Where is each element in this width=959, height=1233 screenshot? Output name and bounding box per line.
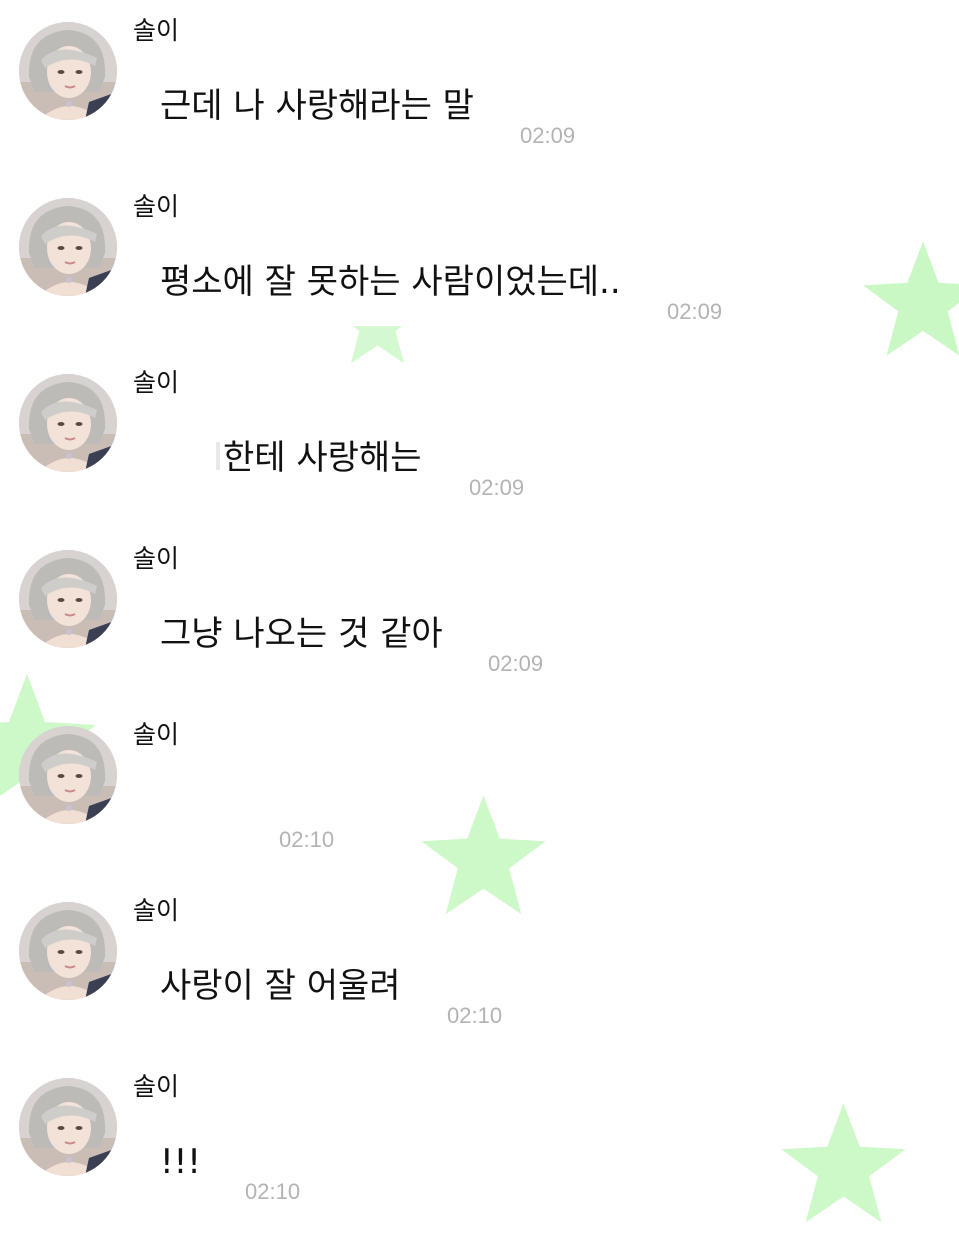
- profile-photo-icon: [19, 22, 117, 120]
- profile-photo-icon: [19, 902, 117, 1000]
- avatar[interactable]: [19, 1078, 117, 1176]
- message-text: 사랑이 잘 어울려: [160, 966, 401, 1006]
- profile-photo-icon: [19, 198, 117, 296]
- message-item: 솔이 그냥 나오는 것 같아 02:09: [0, 528, 959, 704]
- message-item: 솔이 평소에 잘 못하는 사람이었는데.. 02:09: [0, 176, 959, 352]
- message-item: 솔이 02:10: [0, 704, 959, 880]
- sender-name: 솔이: [133, 1072, 180, 1101]
- message-text: !!!: [160, 1142, 201, 1182]
- message-time: 02:09: [520, 123, 576, 148]
- message-time: 02:10: [447, 1003, 503, 1028]
- avatar[interactable]: [19, 726, 117, 824]
- avatar[interactable]: [19, 198, 117, 296]
- redaction-mark: [216, 442, 220, 470]
- message-time: 02:10: [245, 1179, 301, 1200]
- message-time: 02:10: [279, 827, 335, 852]
- profile-photo-icon: [19, 1078, 117, 1176]
- sender-name: 솔이: [133, 368, 180, 397]
- message-text: 그냥 나오는 것 같아: [160, 614, 443, 654]
- profile-photo-icon: [19, 550, 117, 648]
- message-item: 솔이 한테 사랑해는 02:09: [0, 352, 959, 528]
- message-time: 02:09: [667, 299, 723, 324]
- avatar[interactable]: [19, 22, 117, 120]
- message-time: 02:09: [488, 651, 544, 676]
- message-time: 02:09: [469, 475, 525, 500]
- profile-photo-icon: [19, 374, 117, 472]
- message-item: 솔이 !!! 02:10: [0, 1056, 959, 1200]
- message-item: 솔이 근데 나 사랑해라는 말 02:09: [0, 0, 959, 176]
- profile-photo-icon: [19, 726, 117, 824]
- message-item: 솔이 사랑이 잘 어울려 02:10: [0, 880, 959, 1056]
- message-text: 평소에 잘 못하는 사람이었는데..: [160, 262, 621, 302]
- message-text: 한테 사랑해는: [223, 438, 422, 478]
- avatar[interactable]: [19, 902, 117, 1000]
- message-text: 근데 나 사랑해라는 말: [160, 86, 474, 126]
- sender-name: 솔이: [133, 192, 180, 221]
- avatar[interactable]: [19, 550, 117, 648]
- avatar[interactable]: [19, 374, 117, 472]
- sender-name: 솔이: [133, 720, 180, 749]
- sender-name: 솔이: [133, 896, 180, 925]
- sender-name: 솔이: [133, 544, 180, 573]
- sender-name: 솔이: [133, 16, 180, 45]
